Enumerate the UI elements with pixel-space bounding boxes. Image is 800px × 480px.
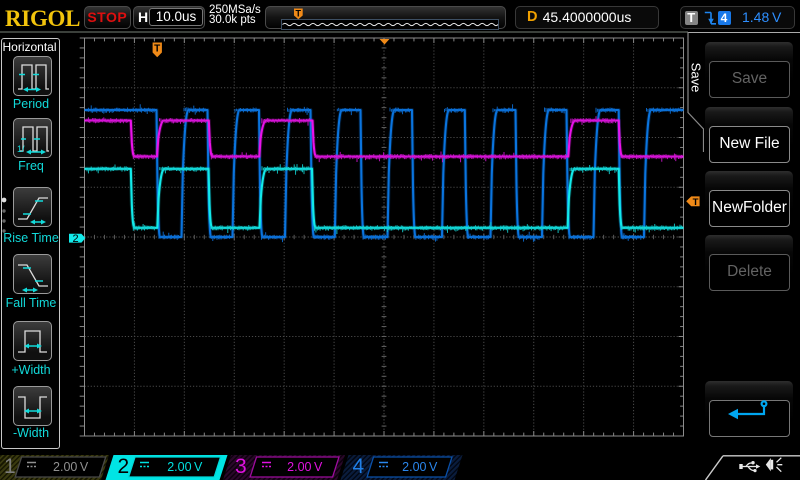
svg-text:T: T [693, 197, 699, 208]
svg-text:2: 2 [72, 233, 78, 245]
svg-text:T: T [154, 44, 160, 55]
